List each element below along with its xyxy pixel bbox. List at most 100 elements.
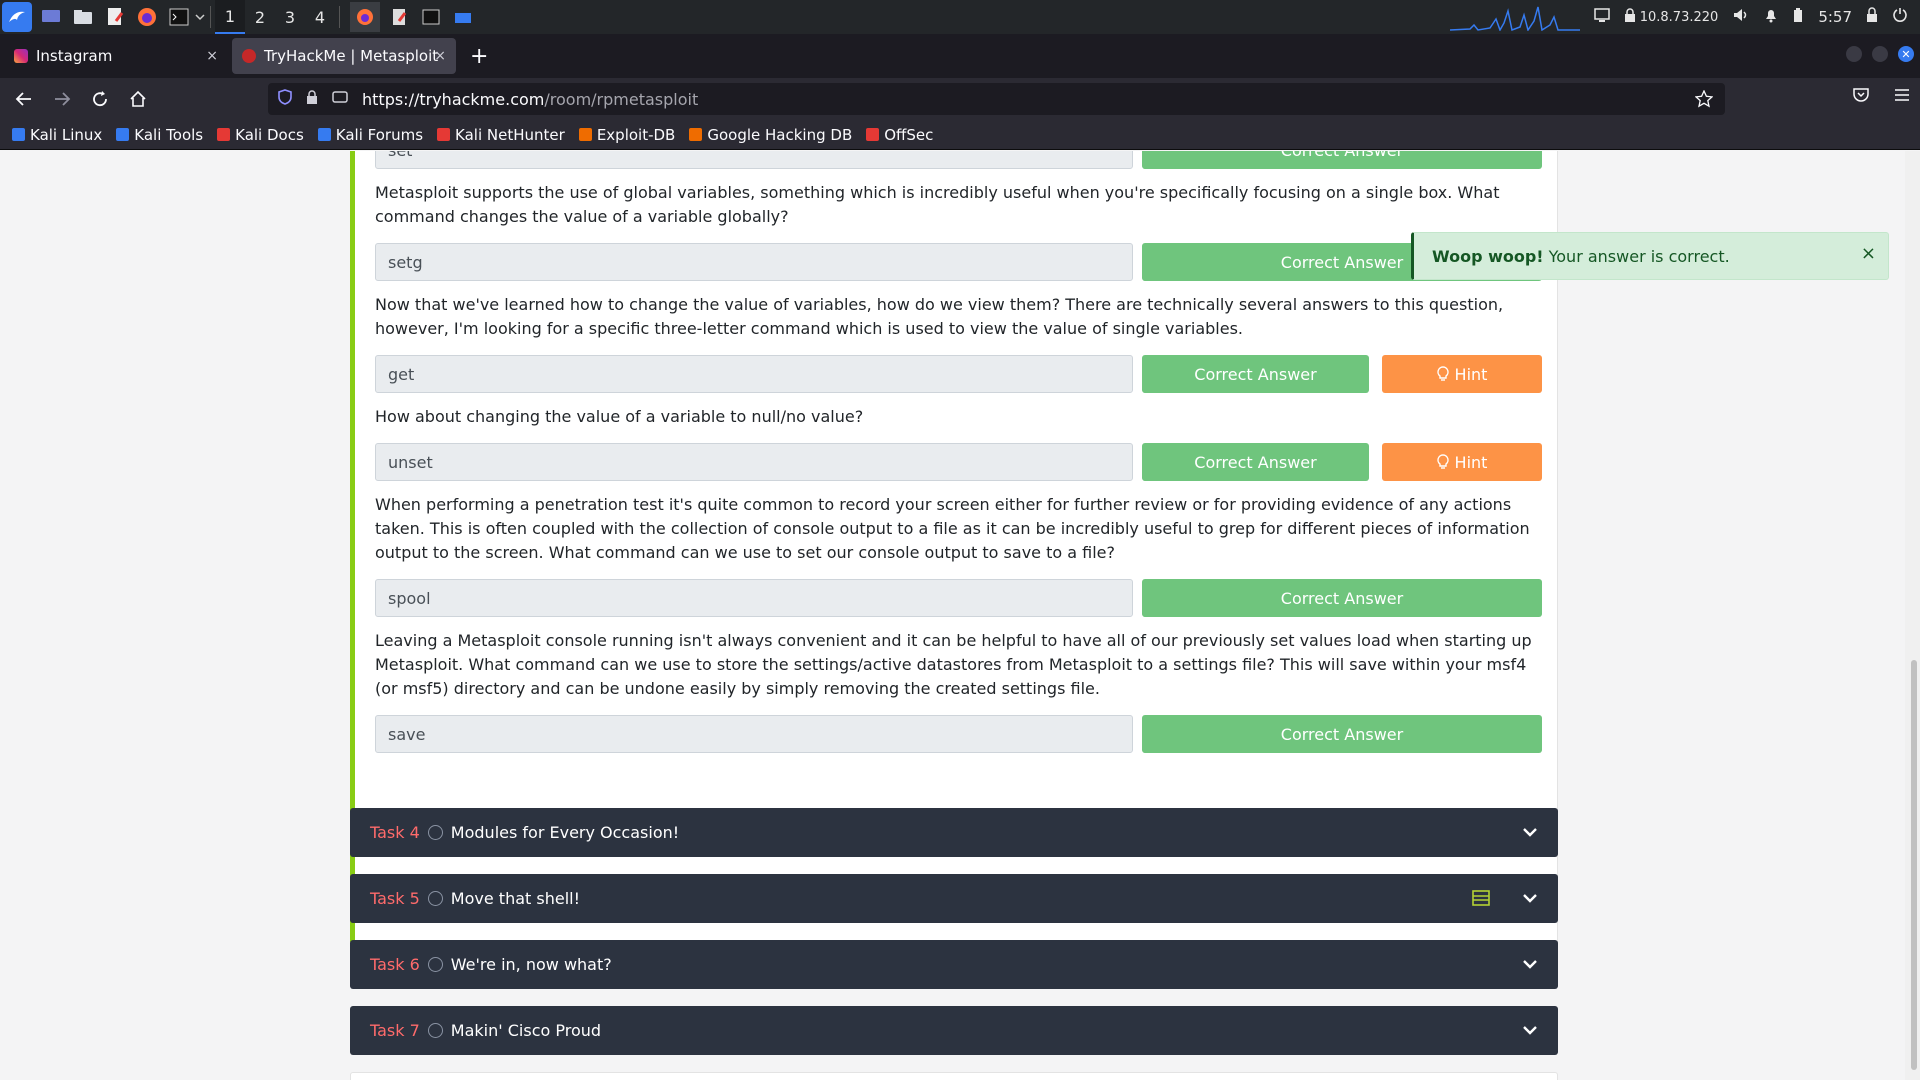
close-tab-icon[interactable]: ×: [206, 48, 218, 64]
terminal-icon[interactable]: [166, 5, 192, 29]
pocket-icon[interactable]: [1852, 87, 1870, 107]
answer-field[interactable]: set: [375, 151, 1133, 169]
document-list-icon[interactable]: [1472, 889, 1490, 907]
new-tab-button[interactable]: +: [470, 44, 488, 69]
task-incomplete-circle-icon: [427, 1023, 443, 1038]
answer-field[interactable]: get: [375, 355, 1133, 393]
close-tab-icon[interactable]: ×: [434, 48, 446, 64]
task-title: Modules for Every Occasion!: [450, 823, 680, 842]
maximize-window-icon[interactable]: [1872, 46, 1888, 62]
lock-screen-icon[interactable]: [1866, 7, 1878, 27]
workspace-2[interactable]: 2: [245, 0, 275, 34]
chevron-down-icon[interactable]: [194, 5, 206, 29]
url-bar[interactable]: https://tryhackme.com/room/rpmetasploit: [268, 83, 1725, 115]
answer-field[interactable]: spool: [375, 579, 1133, 617]
task-incomplete-circle-icon: [427, 825, 443, 840]
close-window-icon[interactable]: ✕: [1898, 46, 1914, 62]
correct-answer-button[interactable]: Correct Answer: [1142, 579, 1542, 617]
bookmark-offsec[interactable]: OffSec: [866, 126, 933, 144]
task-5-header[interactable]: Task 5 Move that shell!: [350, 874, 1558, 923]
workspace-3[interactable]: 3: [275, 0, 305, 34]
correct-answer-button[interactable]: Correct Answer: [1142, 443, 1369, 481]
answer-field[interactable]: unset: [375, 443, 1133, 481]
chevron-down-icon[interactable]: [1520, 822, 1540, 842]
question-text: Leaving a Metasploit console running isn…: [375, 631, 1532, 698]
task-4-header[interactable]: Task 4 Modules for Every Occasion!: [350, 808, 1558, 857]
desktop-icon[interactable]: [38, 5, 64, 29]
firefox-window-icon[interactable]: [350, 2, 380, 32]
answer-field[interactable]: setg: [375, 243, 1133, 281]
editor-window-icon[interactable]: [386, 5, 412, 29]
browser-tab-bar: Instagram × TryHackMe | Metasploit × + ✕: [0, 34, 1920, 78]
next-section-edge: [350, 1072, 1558, 1080]
reload-button[interactable]: [82, 83, 118, 115]
bookmark-label: Kali NetHunter: [455, 125, 565, 144]
vpn-icon[interactable]: [1624, 8, 1636, 26]
task-7-header[interactable]: Task 7 Makin' Cisco Proud: [350, 1006, 1558, 1055]
chevron-down-icon[interactable]: [1520, 888, 1540, 908]
ghdb-icon: [689, 128, 703, 141]
tab-instagram[interactable]: Instagram ×: [4, 38, 228, 74]
folder-window-icon[interactable]: [450, 5, 476, 29]
correct-answer-button[interactable]: Correct Answer: [1142, 151, 1542, 169]
kali-forums-icon: [317, 128, 331, 141]
bookmark-star-icon[interactable]: [1694, 89, 1714, 112]
correct-answer-button[interactable]: Correct Answer: [1142, 355, 1369, 393]
bookmark-kali-forums[interactable]: Kali Forums: [317, 125, 424, 144]
battery-icon[interactable]: [1792, 7, 1804, 27]
answer-field[interactable]: save: [375, 715, 1133, 753]
chevron-down-icon[interactable]: [1520, 954, 1540, 974]
workspace-4[interactable]: 4: [305, 0, 335, 34]
bookmark-kali-nethunter[interactable]: Kali NetHunter: [437, 126, 565, 144]
bookmark-google-hacking-db[interactable]: Google Hacking DB: [689, 126, 852, 144]
tab-tryhackme[interactable]: TryHackMe | Metasploit ×: [232, 38, 456, 74]
exploit-db-icon: [578, 128, 592, 141]
bookmark-kali-tools[interactable]: Kali Tools: [116, 126, 203, 144]
permissions-icon[interactable]: [332, 90, 348, 108]
bookmark-kali-docs[interactable]: Kali Docs: [217, 126, 304, 144]
volume-icon[interactable]: [1732, 7, 1750, 27]
display-icon[interactable]: [1593, 8, 1610, 26]
question-text: Now that we've learned how to change the…: [375, 295, 1504, 338]
power-icon[interactable]: [1892, 7, 1908, 27]
bookmark-kali-linux[interactable]: Kali Linux: [12, 126, 102, 144]
task-6-header[interactable]: Task 6 We're in, now what?: [350, 940, 1558, 989]
task-incomplete-circle-icon: [427, 891, 443, 906]
bookmark-label: Kali Tools: [134, 125, 204, 144]
instagram-icon: [14, 49, 28, 63]
lock-icon[interactable]: [306, 90, 318, 108]
terminal-window-icon[interactable]: [418, 5, 444, 29]
scrollbar-thumb[interactable]: [1911, 660, 1917, 1070]
close-toast-icon[interactable]: ×: [1861, 243, 1876, 264]
kali-menu-icon[interactable]: [2, 2, 32, 32]
tracking-protection-shield-icon[interactable]: [278, 89, 292, 109]
task-title: Move that shell!: [450, 889, 580, 908]
hint-button[interactable]: Hint: [1382, 443, 1542, 481]
chevron-down-icon[interactable]: [1520, 1020, 1540, 1040]
back-button[interactable]: [6, 83, 42, 115]
text-editor-icon[interactable]: [102, 5, 128, 29]
bookmark-label: Kali Forums: [335, 125, 424, 144]
task-title: We're in, now what?: [450, 955, 612, 974]
bookmark-label: Kali Docs: [235, 125, 304, 144]
task-number: Task 4: [370, 823, 420, 842]
ip-address: 10.8.73.220: [1639, 9, 1719, 25]
hamburger-menu-icon[interactable]: [1894, 87, 1910, 107]
bookmark-exploit-db[interactable]: Exploit-DB: [578, 126, 675, 144]
firefox-icon[interactable]: [134, 5, 160, 29]
kali-tools-icon: [116, 128, 130, 141]
file-manager-icon[interactable]: [70, 5, 96, 29]
forward-button[interactable]: [44, 83, 80, 115]
clock[interactable]: 5:57: [1818, 8, 1852, 26]
correct-answer-button[interactable]: Correct Answer: [1142, 715, 1542, 753]
question-text: Metasploit supports the use of global va…: [375, 183, 1500, 226]
notification-bell-icon[interactable]: [1764, 7, 1778, 27]
url-host: https://tryhackme.com: [362, 89, 545, 109]
home-button[interactable]: [120, 83, 156, 115]
minimize-window-icon[interactable]: [1846, 46, 1862, 62]
taskbar: 1 2 3 4 10.8.73.220 5:57: [0, 0, 1920, 34]
kali-icon: [12, 128, 25, 141]
workspace-1[interactable]: 1: [215, 0, 245, 34]
lightbulb-icon: [1436, 454, 1449, 469]
hint-button[interactable]: Hint: [1382, 355, 1542, 393]
